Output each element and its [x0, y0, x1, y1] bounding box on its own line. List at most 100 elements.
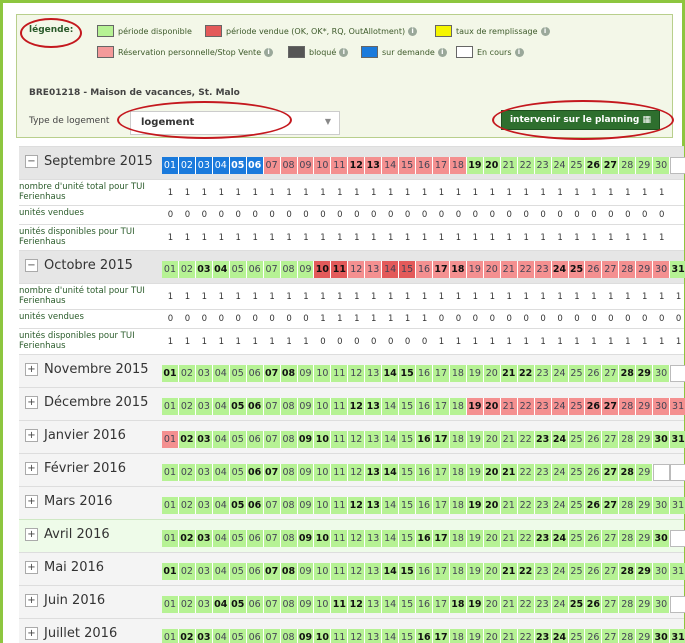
day-cell[interactable]: 16	[416, 629, 433, 643]
day-cell[interactable]: 21	[500, 157, 518, 174]
day-cell[interactable]: 16	[416, 157, 433, 174]
day-cell[interactable]: 04	[212, 261, 230, 278]
day-cell[interactable]: 17	[433, 464, 450, 481]
day-cell[interactable]: 09	[297, 157, 315, 174]
day-cell[interactable]: 30	[653, 431, 671, 448]
day-cell[interactable]: 01	[162, 398, 179, 415]
day-cell[interactable]: 21	[500, 530, 518, 547]
day-cell[interactable]: 27	[602, 431, 620, 448]
day-cell[interactable]: 14	[382, 497, 400, 514]
day-cell[interactable]: 29	[636, 261, 654, 278]
day-cell[interactable]: 23	[534, 563, 552, 580]
collapse-icon[interactable]: −	[25, 259, 38, 272]
expand-icon[interactable]: +	[25, 561, 38, 574]
day-cell[interactable]: 07	[263, 497, 281, 514]
day-cell[interactable]: 25	[568, 596, 586, 613]
day-cell[interactable]: 05	[229, 497, 247, 514]
type-select[interactable]: logement ▼	[130, 111, 340, 135]
day-cell[interactable]: 08	[280, 365, 298, 382]
day-cell[interactable]: 25	[568, 261, 586, 278]
day-cell[interactable]: 07	[263, 157, 281, 174]
day-cell[interactable]: 30	[653, 629, 671, 643]
day-cell[interactable]: 03	[195, 530, 213, 547]
day-cell[interactable]: 26	[585, 431, 603, 448]
day-cell[interactable]: 16	[416, 596, 433, 613]
day-cell[interactable]: 30	[653, 563, 671, 580]
info-icon[interactable]: i	[514, 47, 524, 57]
day-cell[interactable]: 01	[162, 530, 179, 547]
day-cell[interactable]: 13	[365, 365, 383, 382]
day-cell[interactable]: 18	[449, 157, 467, 174]
day-cell[interactable]: 15	[399, 261, 417, 278]
day-cell[interactable]: 23	[534, 431, 552, 448]
day-cell[interactable]: 14	[382, 431, 400, 448]
day-cell[interactable]: 08	[280, 497, 298, 514]
day-cell[interactable]: 14	[382, 596, 400, 613]
day-cell[interactable]: 21	[500, 398, 518, 415]
month-toggle[interactable]: + Novembre 2015	[25, 362, 149, 377]
day-cell[interactable]: 21	[500, 629, 518, 643]
info-icon[interactable]: i	[540, 26, 550, 36]
month-toggle[interactable]: + Décembre 2015	[25, 395, 148, 410]
day-cell[interactable]: 29	[636, 563, 654, 580]
day-cell[interactable]: 29	[636, 530, 654, 547]
day-cell[interactable]: 04	[212, 464, 230, 481]
day-cell[interactable]: 08	[280, 261, 298, 278]
day-cell[interactable]: 24	[551, 563, 569, 580]
day-cell[interactable]: 12	[348, 563, 366, 580]
day-cell[interactable]: 17	[433, 596, 450, 613]
day-cell[interactable]: 06	[246, 261, 264, 278]
day-cell[interactable]: 12	[348, 365, 366, 382]
day-cell[interactable]: 09	[297, 497, 315, 514]
day-cell[interactable]: 05	[229, 629, 247, 643]
expand-icon[interactable]: +	[25, 495, 38, 508]
day-cell[interactable]: 15	[399, 431, 417, 448]
day-cell[interactable]: 03	[195, 431, 213, 448]
day-cell[interactable]: 27	[602, 261, 620, 278]
day-cell[interactable]: 18	[449, 530, 467, 547]
day-cell[interactable]: 21	[500, 563, 518, 580]
day-cell[interactable]: 24	[551, 629, 569, 643]
day-cell[interactable]: 10	[314, 431, 332, 448]
day-cell[interactable]: 09	[297, 530, 315, 547]
day-cell[interactable]: 22	[517, 431, 535, 448]
day-cell[interactable]: 13	[365, 398, 383, 415]
day-cell[interactable]: 05	[229, 261, 247, 278]
day-cell[interactable]: 08	[280, 530, 298, 547]
day-cell[interactable]: 12	[348, 497, 366, 514]
day-cell[interactable]: 25	[568, 464, 586, 481]
day-cell[interactable]: 21	[500, 365, 518, 382]
day-cell[interactable]: 04	[212, 431, 230, 448]
day-cell[interactable]: 19	[466, 398, 484, 415]
day-cell[interactable]: 05	[229, 398, 247, 415]
day-cell[interactable]: 19	[466, 497, 484, 514]
day-cell[interactable]: 03	[195, 365, 213, 382]
expand-icon[interactable]: +	[25, 396, 38, 409]
day-cell[interactable]: 04	[212, 365, 230, 382]
info-icon[interactable]: i	[339, 47, 349, 57]
expand-icon[interactable]: +	[25, 594, 38, 607]
day-cell[interactable]: 02	[178, 261, 196, 278]
expand-icon[interactable]: +	[25, 429, 38, 442]
day-cell[interactable]: 15	[399, 365, 417, 382]
day-cell[interactable]: 21	[500, 464, 518, 481]
day-cell[interactable]: 31	[670, 563, 685, 580]
day-cell[interactable]: 19	[466, 464, 484, 481]
day-cell[interactable]: 20	[483, 431, 501, 448]
day-cell[interactable]: 26	[585, 464, 603, 481]
day-cell[interactable]: 11	[331, 530, 349, 547]
day-cell[interactable]: 01	[162, 157, 179, 174]
day-cell[interactable]: 17	[433, 530, 450, 547]
day-cell[interactable]: 17	[433, 497, 450, 514]
day-cell[interactable]: 01	[162, 365, 179, 382]
day-cell[interactable]: 25	[568, 157, 586, 174]
day-cell[interactable]: 01	[162, 464, 179, 481]
day-cell[interactable]: 22	[517, 629, 535, 643]
day-cell[interactable]: 07	[263, 530, 281, 547]
day-cell[interactable]: 13	[365, 497, 383, 514]
day-cell[interactable]: 30	[653, 398, 671, 415]
day-cell[interactable]: 22	[517, 464, 535, 481]
day-cell[interactable]: 30	[653, 530, 671, 547]
day-cell[interactable]: 25	[568, 431, 586, 448]
day-cell[interactable]: 27	[602, 398, 620, 415]
